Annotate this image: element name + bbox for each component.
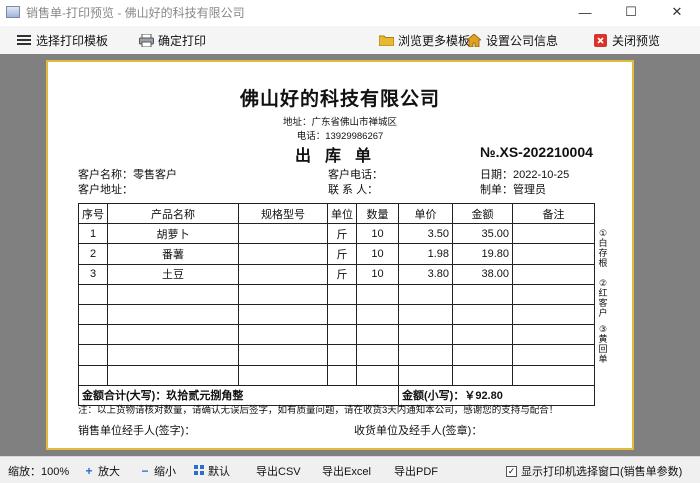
document-maker: 制单：管理员 <box>480 184 546 196</box>
printer-icon <box>138 33 154 47</box>
side-label-yellow: ③黄回单 <box>598 324 608 364</box>
document-date: 日期：2022-10-25 <box>480 169 570 181</box>
plus-icon: + <box>85 464 93 478</box>
list-icon <box>16 33 32 47</box>
preview-area[interactable]: 佛山好的科技有限公司 地址：广东省佛山市禅城区 电话：13929986267 出… <box>0 54 700 456</box>
window-title: 销售单-打印预览 - 佛山好的科技有限公司 <box>26 5 245 20</box>
side-label-white: ①白存根 <box>598 228 608 268</box>
home-icon <box>466 33 482 47</box>
customer-address-label: 客户地址： <box>78 184 133 196</box>
zoom-out-button[interactable]: − 缩小 <box>140 463 176 479</box>
document-number: №.XS-202210004 <box>480 144 593 160</box>
company-phone: 电话：13929986267 <box>296 131 384 142</box>
close-preview-label: 关闭预览 <box>612 33 661 48</box>
confirm-print-button[interactable]: 确定打印 <box>138 30 206 50</box>
empty-row <box>78 344 595 366</box>
header-cell: 备注 <box>512 202 595 225</box>
header-cell: 规格型号 <box>238 202 328 225</box>
footer-note: 注：以上货物请核对数量，请确认无误后签字，如有质量问题，请在收货3天内通知本公司… <box>78 405 559 416</box>
empty-row <box>78 283 595 305</box>
check-icon: ✓ <box>506 465 517 477</box>
header-cell: 产品名称 <box>107 202 239 225</box>
company-address: 地址：广东省佛山市禅城区 <box>282 117 397 128</box>
customer-name: 客户名称：零售客户 <box>78 169 177 181</box>
confirm-print-label: 确定打印 <box>158 33 207 48</box>
folder-icon <box>378 33 394 47</box>
company-settings-label: 设置公司信息 <box>486 33 559 48</box>
export-csv-button[interactable]: 导出CSV <box>256 463 301 479</box>
company-settings-button[interactable]: 设置公司信息 <box>466 30 558 50</box>
minus-icon: − <box>141 464 149 478</box>
company-name: 佛山好的科技有限公司 <box>239 88 440 110</box>
zoom-in-button[interactable]: + 放大 <box>84 463 120 479</box>
browse-templates-button[interactable]: 浏览更多模板 <box>378 30 470 50</box>
paper-border: 佛山好的科技有限公司 地址：广东省佛山市禅城区 电话：13929986267 出… <box>46 60 634 450</box>
table-header-row: 序号 产品名称 规格型号 单位 数量 单价 金额 备注 <box>78 202 595 225</box>
select-template-label: 选择打印模板 <box>36 33 109 48</box>
close-icon <box>592 33 608 47</box>
empty-row <box>78 324 595 346</box>
app-icon <box>6 6 20 18</box>
goods-table: 序号 产品名称 规格型号 单位 数量 单价 金额 备注 1 胡萝卜 斤 10 3… <box>78 202 595 406</box>
zoom-level: 缩放：100% <box>8 466 70 478</box>
customer-phone-label: 客户电话： <box>328 169 383 181</box>
empty-row <box>78 303 595 326</box>
table-row: 3 土豆 斤 10 3.80 38.00 <box>78 263 595 285</box>
show-printer-dialog-checkbox[interactable]: ✓ 显示打印机选择窗口(销售单参数) <box>506 463 682 479</box>
seller-signature: 销售单位经手人(签字)： <box>78 425 196 437</box>
close-button[interactable]: ✕ <box>654 0 700 24</box>
header-cell: 单价 <box>398 202 453 225</box>
default-zoom-button[interactable]: 默认 <box>194 463 230 479</box>
export-excel-button[interactable]: 导出Excel <box>322 463 371 479</box>
status-bar: 缩放：100% + 放大 − 缩小 默认 导出CSV 导出Excel 导出PDF… <box>0 456 700 483</box>
receiver-signature: 收货单位及经手人(签章)： <box>354 425 483 437</box>
header-cell: 序号 <box>78 202 108 225</box>
close-preview-button[interactable]: 关闭预览 <box>592 30 660 50</box>
table-row: 1 胡萝卜 斤 10 3.50 35.00 <box>78 223 595 245</box>
select-template-button[interactable]: 选择打印模板 <box>16 30 108 50</box>
header-cell: 单位 <box>327 202 357 225</box>
export-pdf-button[interactable]: 导出PDF <box>394 463 438 479</box>
empty-row <box>78 364 595 386</box>
grid-icon <box>194 464 204 478</box>
maximize-button[interactable]: ☐ <box>608 0 654 24</box>
print-page: 佛山好的科技有限公司 地址：广东省佛山市禅城区 电话：13929986267 出… <box>48 62 632 448</box>
minimize-button[interactable]: — <box>562 0 608 24</box>
table-row: 2 番薯 斤 10 1.98 19.80 <box>78 243 595 265</box>
title-bar: 销售单-打印预览 - 佛山好的科技有限公司 — ☐ ✕ <box>0 0 700 24</box>
toolbar: 选择打印模板 确定打印 浏览更多模板 设置公司信息 关闭预览 <box>0 26 700 54</box>
browse-templates-label: 浏览更多模板 <box>398 33 471 48</box>
side-label-red: ②红客户 <box>598 278 608 318</box>
header-cell: 金额 <box>452 202 513 225</box>
header-cell: 数量 <box>356 202 399 225</box>
contact-label: 联 系 人： <box>328 184 379 196</box>
